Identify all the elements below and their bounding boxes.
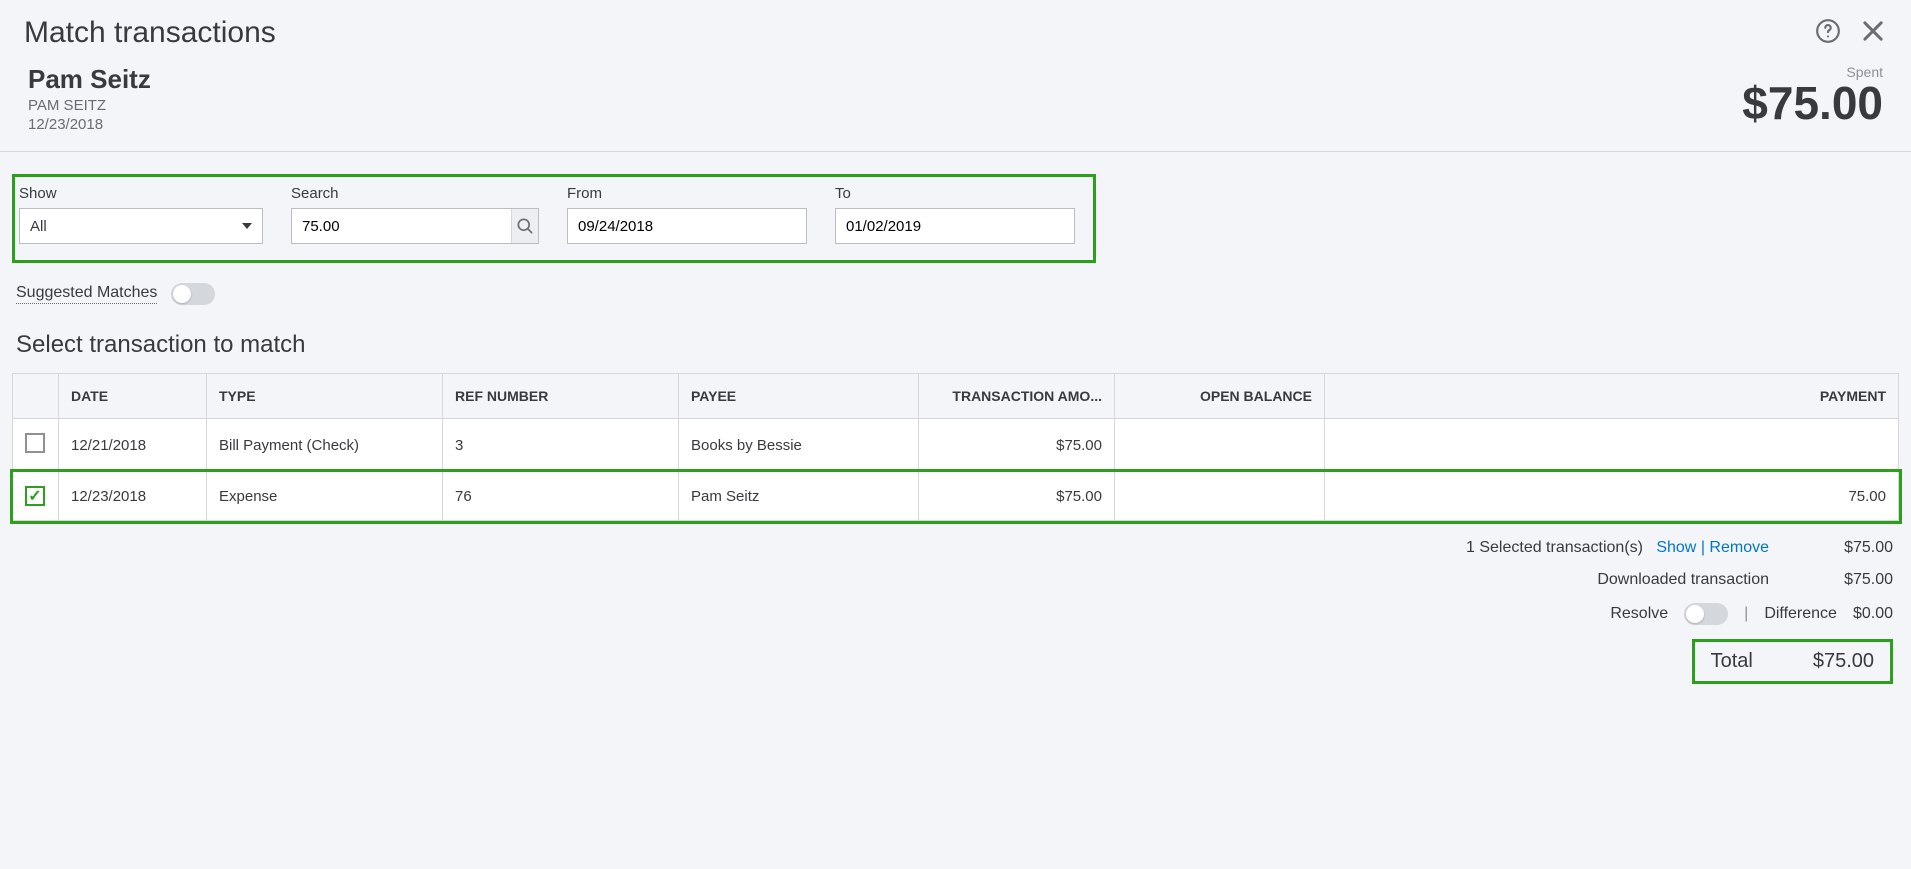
summary-section: 1 Selected transaction(s) Show | Remove …	[12, 539, 1899, 684]
search-input[interactable]	[292, 209, 511, 243]
suggested-matches-toggle[interactable]	[171, 283, 215, 305]
total-amount: $75.00	[1813, 650, 1874, 673]
help-icon[interactable]	[1815, 18, 1841, 49]
suggested-matches-label: Suggested Matches	[16, 284, 157, 304]
row-payee: Books by Bessie	[679, 419, 919, 472]
difference-label: Difference	[1764, 605, 1837, 623]
from-date-input[interactable]	[567, 208, 807, 244]
row-ref: 76	[443, 472, 679, 521]
row-type: Expense	[207, 472, 443, 521]
row-checkbox[interactable]	[25, 486, 45, 506]
account-date: 12/23/2018	[28, 116, 151, 133]
to-date-input[interactable]	[835, 208, 1075, 244]
suggested-matches-row: Suggested Matches	[16, 283, 1899, 305]
search-label: Search	[291, 185, 539, 202]
from-label: From	[567, 185, 807, 202]
account-summary: Pam Seitz PAM SEITZ 12/23/2018 Spent $75…	[0, 58, 1911, 152]
row-type: Bill Payment (Check)	[207, 419, 443, 472]
row-ref: 3	[443, 419, 679, 472]
column-payee[interactable]: PAYEE	[679, 374, 919, 419]
total-label: Total	[1711, 650, 1753, 673]
selected-count-label: 1 Selected transaction(s)	[1466, 539, 1643, 556]
column-type[interactable]: TYPE	[207, 374, 443, 419]
column-amount[interactable]: TRANSACTION AMO...	[919, 374, 1115, 419]
column-balance[interactable]: OPEN BALANCE	[1115, 374, 1325, 419]
select-transaction-heading: Select transaction to match	[16, 331, 1899, 359]
column-ref[interactable]: REF NUMBER	[443, 374, 679, 419]
row-payee: Pam Seitz	[679, 472, 919, 521]
row-checkbox-cell	[13, 419, 59, 472]
column-checkbox	[13, 374, 59, 419]
spent-amount: $75.00	[1742, 76, 1883, 130]
total-box: Total $75.00	[1692, 639, 1893, 684]
filter-bar: Show All Search From To	[12, 174, 1096, 263]
row-date: 12/23/2018	[59, 472, 207, 521]
downloaded-amount: $75.00	[1783, 571, 1893, 589]
resolve-toggle[interactable]	[1684, 603, 1728, 625]
show-dropdown[interactable]: All	[19, 208, 263, 244]
header-actions	[1815, 17, 1887, 50]
vertical-separator: |	[1744, 605, 1748, 623]
dialog-header: Match transactions	[0, 0, 1911, 58]
page-title: Match transactions	[24, 16, 276, 50]
column-payment[interactable]: PAYMENT	[1325, 374, 1899, 419]
difference-amount: $0.00	[1853, 605, 1893, 623]
show-value: All	[30, 218, 47, 235]
account-name: Pam Seitz	[28, 64, 151, 95]
show-label: Show	[19, 185, 263, 202]
row-amount: $75.00	[919, 419, 1115, 472]
row-balance	[1115, 419, 1325, 472]
table-row[interactable]: 12/21/2018Bill Payment (Check)3Books by …	[13, 419, 1899, 472]
selected-amount: $75.00	[1783, 539, 1893, 557]
show-selected-link[interactable]: Show	[1656, 539, 1696, 556]
column-date[interactable]: DATE	[59, 374, 207, 419]
close-icon[interactable]	[1859, 17, 1887, 50]
resolve-label: Resolve	[1610, 605, 1668, 623]
row-balance	[1115, 472, 1325, 521]
remove-selected-link[interactable]: Remove	[1709, 539, 1769, 556]
row-checkbox[interactable]	[25, 433, 45, 453]
table-row[interactable]: 12/23/2018Expense76Pam Seitz$75.00 75.00	[13, 472, 1899, 521]
toggle-knob	[173, 285, 191, 303]
caret-down-icon	[242, 223, 252, 229]
account-subtitle: PAM SEITZ	[28, 97, 151, 114]
downloaded-label: Downloaded transaction	[1253, 571, 1769, 589]
toggle-knob	[1686, 605, 1704, 623]
search-button[interactable]	[511, 209, 538, 243]
row-payment: 75.00	[1325, 472, 1899, 521]
row-checkbox-cell	[13, 472, 59, 521]
transactions-table: DATE TYPE REF NUMBER PAYEE TRANSACTION A…	[12, 373, 1899, 521]
row-date: 12/21/2018	[59, 419, 207, 472]
to-label: To	[835, 185, 1075, 202]
row-amount: $75.00	[919, 472, 1115, 521]
row-payment	[1325, 419, 1899, 472]
